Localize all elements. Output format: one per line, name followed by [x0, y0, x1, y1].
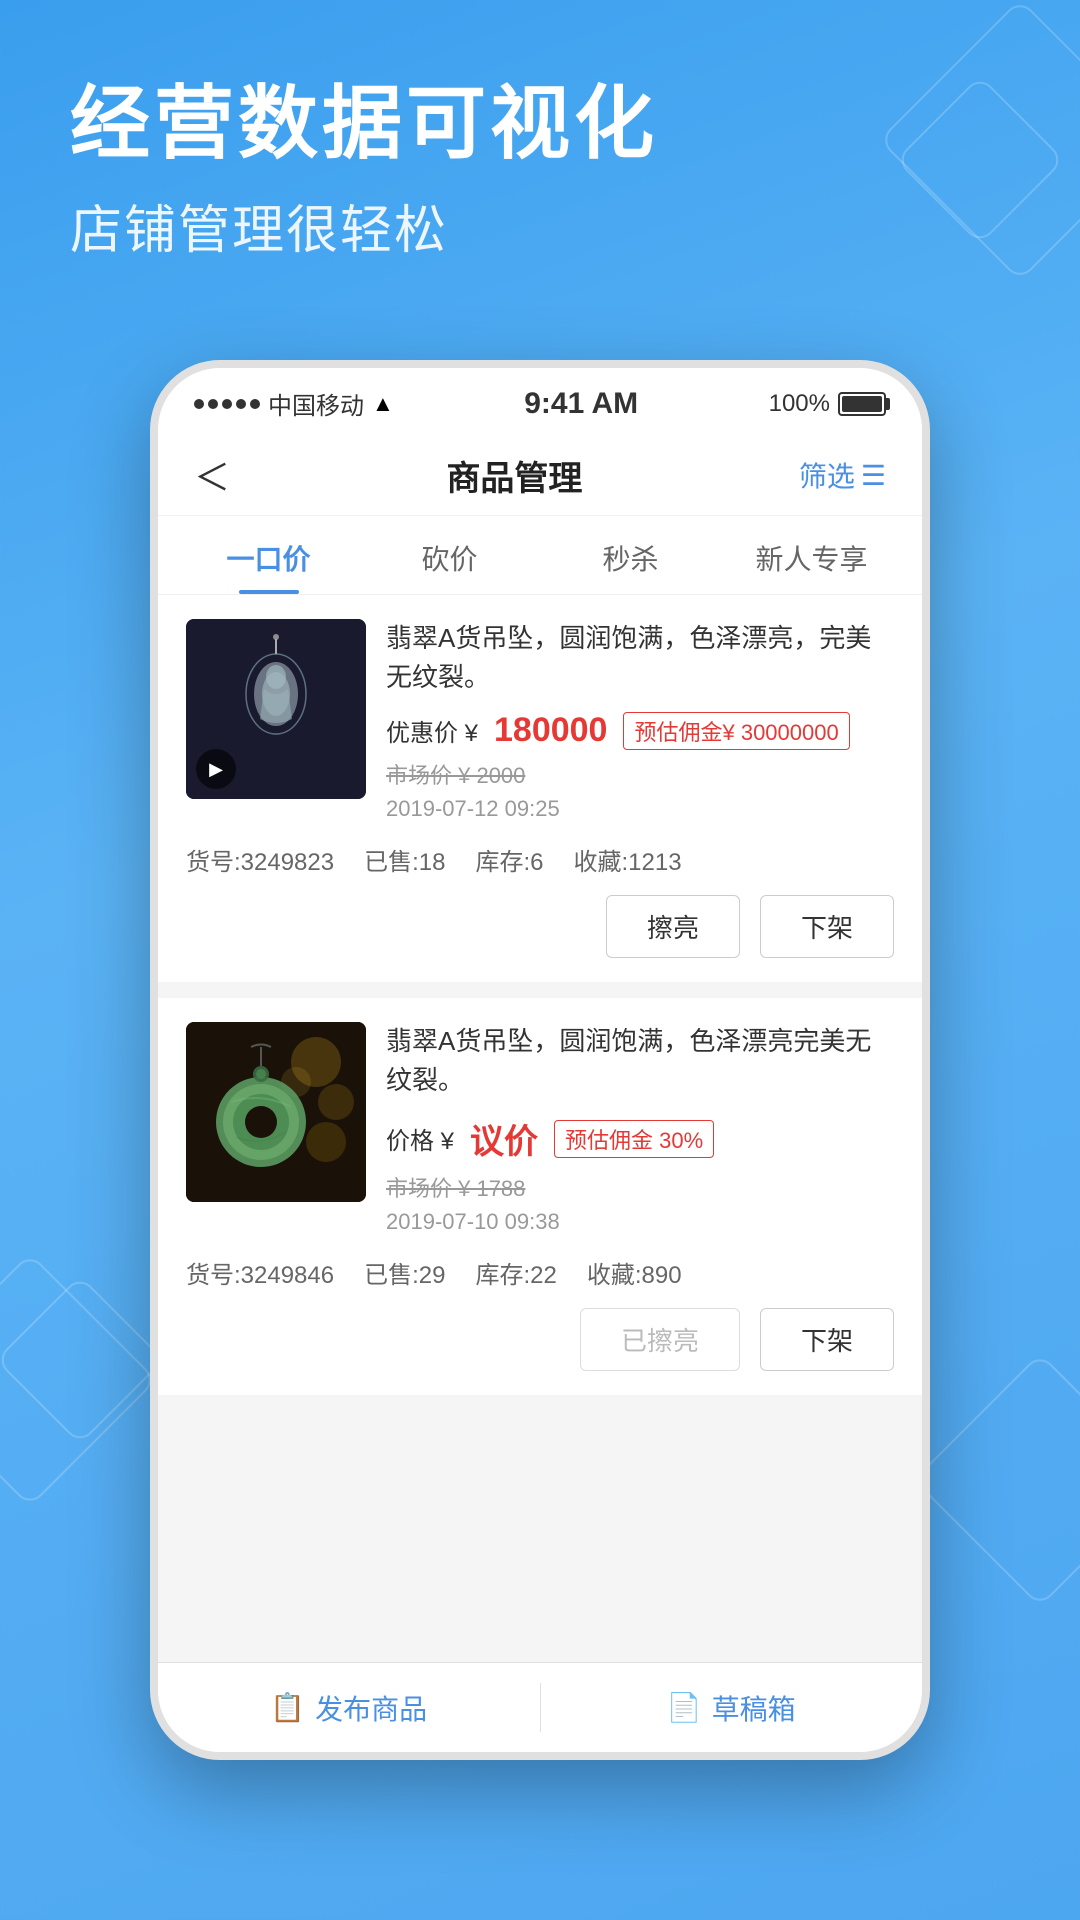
market-price-1: 市场价 ¥ 2000	[386, 758, 894, 790]
product-stock-2: 库存:22	[475, 1255, 556, 1290]
product-favorites-2: 收藏:890	[587, 1255, 682, 1290]
product-date-2: 2019-07-10 09:38	[386, 1209, 894, 1235]
tab-bargain[interactable]: 砍价	[359, 516, 540, 594]
price-row-2: 价格 ¥ 议价 预估佣金 30%	[386, 1114, 894, 1163]
product-title-2: 翡翠A货吊坠，圆润饱满，色泽漂亮完美无纹裂。	[386, 1022, 894, 1100]
tab-fixed-price[interactable]: 一口价	[178, 516, 359, 594]
main-subtitle: 店铺管理很轻松	[70, 188, 658, 263]
product-stock-1: 库存:6	[475, 842, 543, 877]
market-price-2: 市场价 ¥ 1788	[386, 1171, 894, 1203]
empty-area	[158, 1411, 922, 1611]
product-meta-1: 货号:3249823 已售:18 库存:6 收藏:1213	[186, 842, 894, 877]
tab-flash-sale[interactable]: 秒杀	[540, 516, 721, 594]
price-label-1: 优惠价 ¥	[386, 713, 478, 748]
publish-button[interactable]: 📋 发布商品	[158, 1663, 540, 1752]
back-button[interactable]: ＜	[194, 449, 230, 501]
filter-label: 筛选	[799, 455, 855, 495]
draft-label: 草稿箱	[712, 1688, 796, 1728]
signal-dot	[194, 399, 204, 409]
product-sku-2: 货号:3249846	[186, 1255, 334, 1290]
main-title: 经营数据可视化	[70, 80, 658, 168]
battery-icon	[838, 392, 886, 416]
tab-bar: 一口价 砍价 秒杀 新人专享	[158, 516, 922, 595]
price-label-2: 价格 ¥	[386, 1121, 454, 1156]
time-label: 9:41 AM	[524, 387, 638, 421]
product-list: ▶ 翡翠A货吊坠，圆润饱满，色泽漂亮，完美无纹裂。 优惠价 ¥ 180000 预…	[158, 595, 922, 1662]
header-section: 经营数据可视化 店铺管理很轻松	[70, 80, 658, 263]
commission-badge-2: 预估佣金 30%	[554, 1120, 714, 1158]
product-info-2: 翡翠A货吊坠，圆润饱满，色泽漂亮完美无纹裂。 价格 ¥ 议价 预估佣金 30% …	[386, 1022, 894, 1235]
price-value-1: 180000	[494, 711, 607, 750]
product-image-1: ▶	[186, 619, 366, 799]
polish-button-1[interactable]: 擦亮	[606, 895, 740, 958]
filter-button[interactable]: 筛选 ☰	[799, 455, 886, 495]
signal-dot	[250, 399, 260, 409]
product-date-1: 2019-07-12 09:25	[386, 796, 894, 822]
page-title: 商品管理	[446, 451, 582, 500]
delist-button-1[interactable]: 下架	[760, 895, 894, 958]
carrier-label: 中国移动	[268, 386, 364, 421]
product-card-1: ▶ 翡翠A货吊坠，圆润饱满，色泽漂亮，完美无纹裂。 优惠价 ¥ 180000 预…	[158, 595, 922, 982]
product-actions-1: 擦亮 下架	[186, 895, 894, 958]
signal-dot	[236, 399, 246, 409]
play-button-1[interactable]: ▶	[196, 749, 236, 789]
signal-dot	[208, 399, 218, 409]
product-sku-1: 货号:3249823	[186, 842, 334, 877]
product-card-2: 翡翠A货吊坠，圆润饱满，色泽漂亮完美无纹裂。 价格 ¥ 议价 预估佣金 30% …	[158, 998, 922, 1395]
phone-content: 中国移动 ▲ 9:41 AM 100% ＜ 商品管理 筛选 ☰	[158, 368, 922, 1752]
signal-dots	[194, 399, 260, 409]
publish-label: 发布商品	[315, 1688, 427, 1728]
publish-icon: 📋	[270, 1691, 305, 1724]
polish-button-2[interactable]: 已擦亮	[580, 1308, 740, 1371]
product-favorites-1: 收藏:1213	[574, 842, 682, 877]
app-header: ＜ 商品管理 筛选 ☰	[158, 431, 922, 516]
status-bar: 中国移动 ▲ 9:41 AM 100%	[158, 368, 922, 431]
signal-dot	[222, 399, 232, 409]
status-left: 中国移动 ▲	[194, 386, 394, 421]
price-row-1: 优惠价 ¥ 180000 预估佣金¥ 30000000	[386, 711, 894, 750]
product-meta-2: 货号:3249846 已售:29 库存:22 收藏:890	[186, 1255, 894, 1290]
product-title-1: 翡翠A货吊坠，圆润饱满，色泽漂亮，完美无纹裂。	[386, 619, 894, 697]
draft-button[interactable]: 📄 草稿箱	[541, 1663, 923, 1752]
product-sold-1: 已售:18	[364, 842, 445, 877]
commission-badge-1: 预估佣金¥ 30000000	[623, 712, 849, 750]
product-main-2: 翡翠A货吊坠，圆润饱满，色泽漂亮完美无纹裂。 价格 ¥ 议价 预估佣金 30% …	[186, 1022, 894, 1235]
draft-icon: 📄	[667, 1691, 702, 1724]
tab-new-user[interactable]: 新人专享	[721, 516, 902, 594]
product-main-1: ▶ 翡翠A货吊坠，圆润饱满，色泽漂亮，完美无纹裂。 优惠价 ¥ 180000 预…	[186, 619, 894, 822]
delist-button-2[interactable]: 下架	[760, 1308, 894, 1371]
price-value-2: 议价	[470, 1114, 538, 1163]
jade-image-2	[186, 1022, 366, 1202]
wifi-icon: ▲	[372, 391, 394, 417]
app-footer: 📋 发布商品 📄 草稿箱	[158, 1662, 922, 1752]
product-actions-2: 已擦亮 下架	[186, 1308, 894, 1371]
phone-frame: 中国移动 ▲ 9:41 AM 100% ＜ 商品管理 筛选 ☰	[150, 360, 930, 1760]
battery-percent: 100%	[769, 390, 830, 418]
phone-mockup: 中国移动 ▲ 9:41 AM 100% ＜ 商品管理 筛选 ☰	[150, 360, 930, 1760]
product-sold-2: 已售:29	[364, 1255, 445, 1290]
product-info-1: 翡翠A货吊坠，圆润饱满，色泽漂亮，完美无纹裂。 优惠价 ¥ 180000 预估佣…	[386, 619, 894, 822]
product-image-2	[186, 1022, 366, 1202]
status-right: 100%	[769, 390, 886, 418]
filter-icon: ☰	[861, 459, 886, 492]
bg-decoration-5	[913, 1353, 1080, 1608]
battery-fill	[842, 396, 882, 412]
